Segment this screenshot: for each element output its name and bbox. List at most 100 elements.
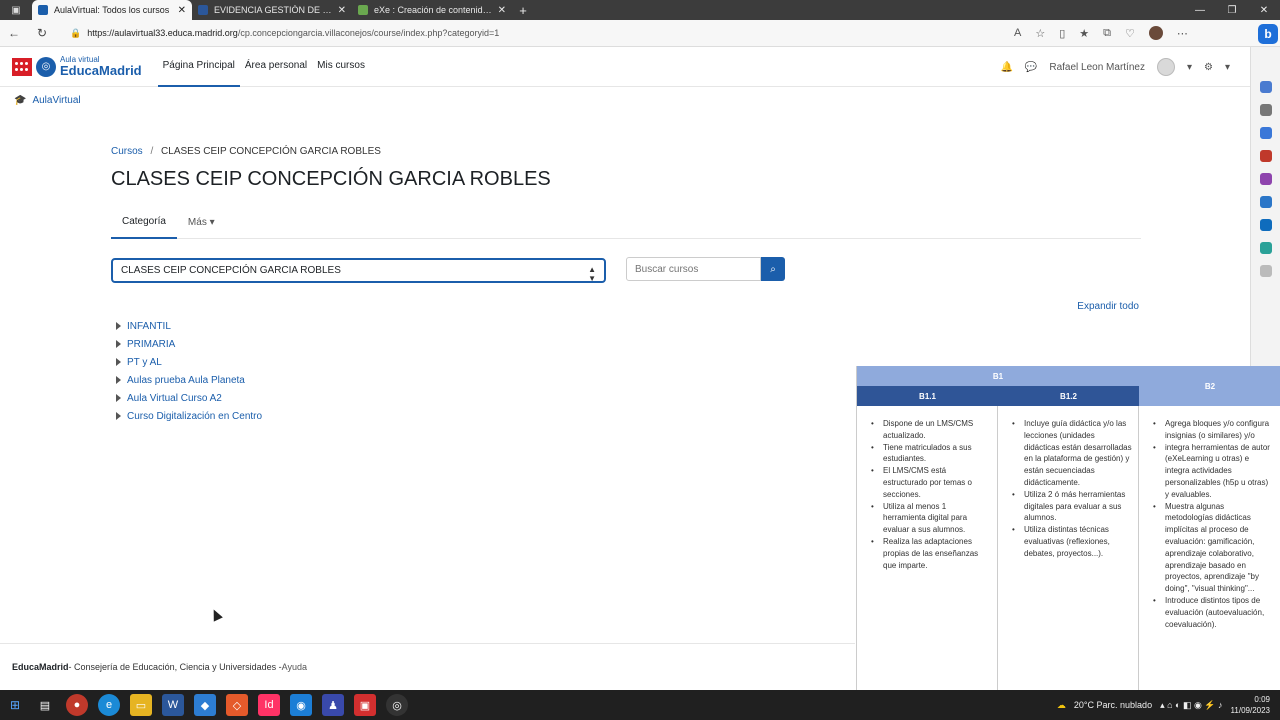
word-icon[interactable]: W [162,694,184,716]
caret-right-icon[interactable] [116,358,121,366]
browser-essentials-icon[interactable]: ♡ [1125,27,1135,40]
indesign-icon[interactable]: Id [258,694,280,716]
list-item[interactable]: Aulas prueba Aula Planeta [116,371,262,389]
settings-gear-icon[interactable]: ⚙ [1204,62,1213,73]
rubric-item: Utiliza al menos 1 herramienta digital p… [871,501,991,536]
weather-icon[interactable]: ☁ [1057,700,1066,711]
restore-icon[interactable]: ❐ [1216,0,1248,20]
browser-menu-icon[interactable]: ▣ [0,0,32,20]
file-explorer-icon[interactable]: ▭ [130,694,152,716]
back-icon[interactable]: ← [0,26,28,40]
split-screen-icon[interactable]: ▯ [1059,27,1065,40]
list-item[interactable]: PRIMARIA [116,335,262,353]
rubric-column-b2: Agrega bloques y/o configura insignias (… [1139,406,1280,690]
tab-exe[interactable]: eXe : Creación de contenidos di ✕ [352,0,512,20]
user-name[interactable]: Rafael Leon Martínez [1049,62,1145,73]
bell-sidebar-icon[interactable] [1259,81,1272,93]
category-select[interactable]: CLASES CEIP CONCEPCIÓN GARCIA ROBLES ▲ ▼ [111,258,606,283]
graduation-cap-icon: 🎓 [14,95,27,106]
nav-area-personal[interactable]: Área personal [240,47,312,87]
close-tab-icon[interactable]: ✕ [178,5,186,16]
favorite-star-icon[interactable]: ☆ [1035,27,1045,40]
search-input[interactable] [626,257,761,281]
rubric-item: Utiliza 2 ó más herramientas digitales p… [1012,489,1132,524]
footer-brand[interactable]: EducaMadrid [12,662,69,672]
drop-sidebar-icon[interactable] [1259,242,1272,254]
educamadrid-logo[interactable]: ◎ Aula virtual EducaMadrid [12,56,142,77]
rubric-header-b1: B1 [857,366,1139,386]
messages-icon[interactable]: 💬 [1025,62,1037,73]
task-view-icon[interactable]: ▤ [34,694,56,716]
edge-icon[interactable]: e [98,694,120,716]
top-navbar: ◎ Aula virtual EducaMadrid Página Princi… [0,47,1250,87]
category-link[interactable]: PT y AL [127,357,162,368]
chevron-down-icon[interactable]: ▾ [1225,62,1230,73]
breadcrumb-current: CLASES CEIP CONCEPCIÓN GARCIA ROBLES [161,146,381,157]
list-item[interactable]: Aula Virtual Curso A2 [116,389,262,407]
list-item[interactable]: Curso Digitalización en Centro [116,407,262,425]
caret-right-icon[interactable] [116,376,121,384]
collections-icon[interactable]: ⧉ [1103,27,1111,40]
list-item[interactable]: PT y AL [116,353,262,371]
category-link[interactable]: Aula Virtual Curso A2 [127,393,222,404]
close-tab-icon[interactable]: ✕ [338,5,346,16]
more-menu-icon[interactable]: ⋯ [1177,27,1188,40]
weather-text[interactable]: 20°C Parc. nublado [1074,700,1152,710]
app-icon-2[interactable]: ◉ [290,694,312,716]
read-aloud-icon[interactable]: A [1014,27,1021,39]
new-tab-button[interactable]: + [512,0,534,20]
caret-right-icon[interactable] [116,340,121,348]
favorites-icon[interactable]: ★ [1079,27,1089,40]
caret-right-icon[interactable] [116,322,121,330]
category-link[interactable]: Aulas prueba Aula Planeta [127,375,245,386]
url-text: https://aulavirtual33.educa.madrid.org/c… [87,28,499,38]
breadcrumb-cursos[interactable]: Cursos [111,146,143,157]
tab-aulavirtual[interactable]: AulaVirtual: Todos los cursos ✕ [32,0,192,20]
bell-icon[interactable]: 🔔 [1000,62,1012,73]
nav-pagina-principal[interactable]: Página Principal [157,47,240,87]
git-icon[interactable]: ◇ [226,694,248,716]
nav-mis-cursos[interactable]: Mis cursos [312,47,370,87]
tag-sidebar-icon[interactable] [1259,127,1272,139]
bing-chat-icon[interactable]: b [1258,24,1278,44]
close-window-icon[interactable]: ✕ [1248,0,1280,20]
expand-all-link[interactable]: Expandir todo [1077,301,1139,312]
chevron-down-icon[interactable]: ▾ [1187,62,1192,73]
rubric-header-b12: B1.2 [998,386,1139,406]
home-link[interactable]: 🎓 AulaVirtual [14,95,81,106]
toolbox-sidebar-icon[interactable] [1259,150,1272,162]
chrome-icon[interactable]: ● [66,694,88,716]
tab-categoria[interactable]: Categoría [111,205,177,239]
avatar[interactable] [1156,58,1175,76]
close-tab-icon[interactable]: ✕ [498,5,506,16]
app-icon-3[interactable]: ♟ [322,694,344,716]
rubric-header-b2: B2 [1139,366,1280,406]
clock[interactable]: 0:09 11/09/2023 [1231,694,1270,716]
tab-mas[interactable]: Más ▾ [177,205,226,239]
category-link[interactable]: Curso Digitalización en Centro [127,411,262,422]
minimize-icon[interactable]: — [1184,0,1216,20]
profile-avatar[interactable] [1148,26,1163,40]
caret-right-icon[interactable] [116,412,121,420]
list-item[interactable]: INFANTIL [116,317,262,335]
tab-evidencia[interactable]: EVIDENCIA GESTIÓN DE PLATAF ✕ [192,0,352,20]
app-icon-4[interactable]: ▣ [354,694,376,716]
category-link[interactable]: INFANTIL [127,321,171,332]
office-sidebar-icon[interactable] [1259,196,1272,208]
madrid-flag-icon [12,57,32,76]
add-sidebar-icon[interactable] [1259,265,1272,277]
windows-start-icon[interactable]: ⊞ [0,698,30,712]
outlook-sidebar-icon[interactable] [1259,219,1272,231]
app-icon[interactable]: ◆ [194,694,216,716]
primary-navigation: Página Principal Área personal Mis curso… [157,47,370,87]
tray-icons[interactable]: ▴ ⌂ ◐ ◧ ◉ ⚡ ♪ [1160,700,1222,711]
search-button[interactable]: ⌕ [761,257,785,281]
refresh-icon[interactable]: ↻ [28,26,56,40]
footer-help-link[interactable]: Ayuda [282,662,307,672]
caret-right-icon[interactable] [116,394,121,402]
obs-icon[interactable]: ◎ [386,694,408,716]
games-sidebar-icon[interactable] [1259,173,1272,185]
search-sidebar-icon[interactable] [1259,104,1272,116]
url-field[interactable]: 🔒 https://aulavirtual33.educa.madrid.org… [62,23,1002,43]
category-link[interactable]: PRIMARIA [127,339,175,350]
